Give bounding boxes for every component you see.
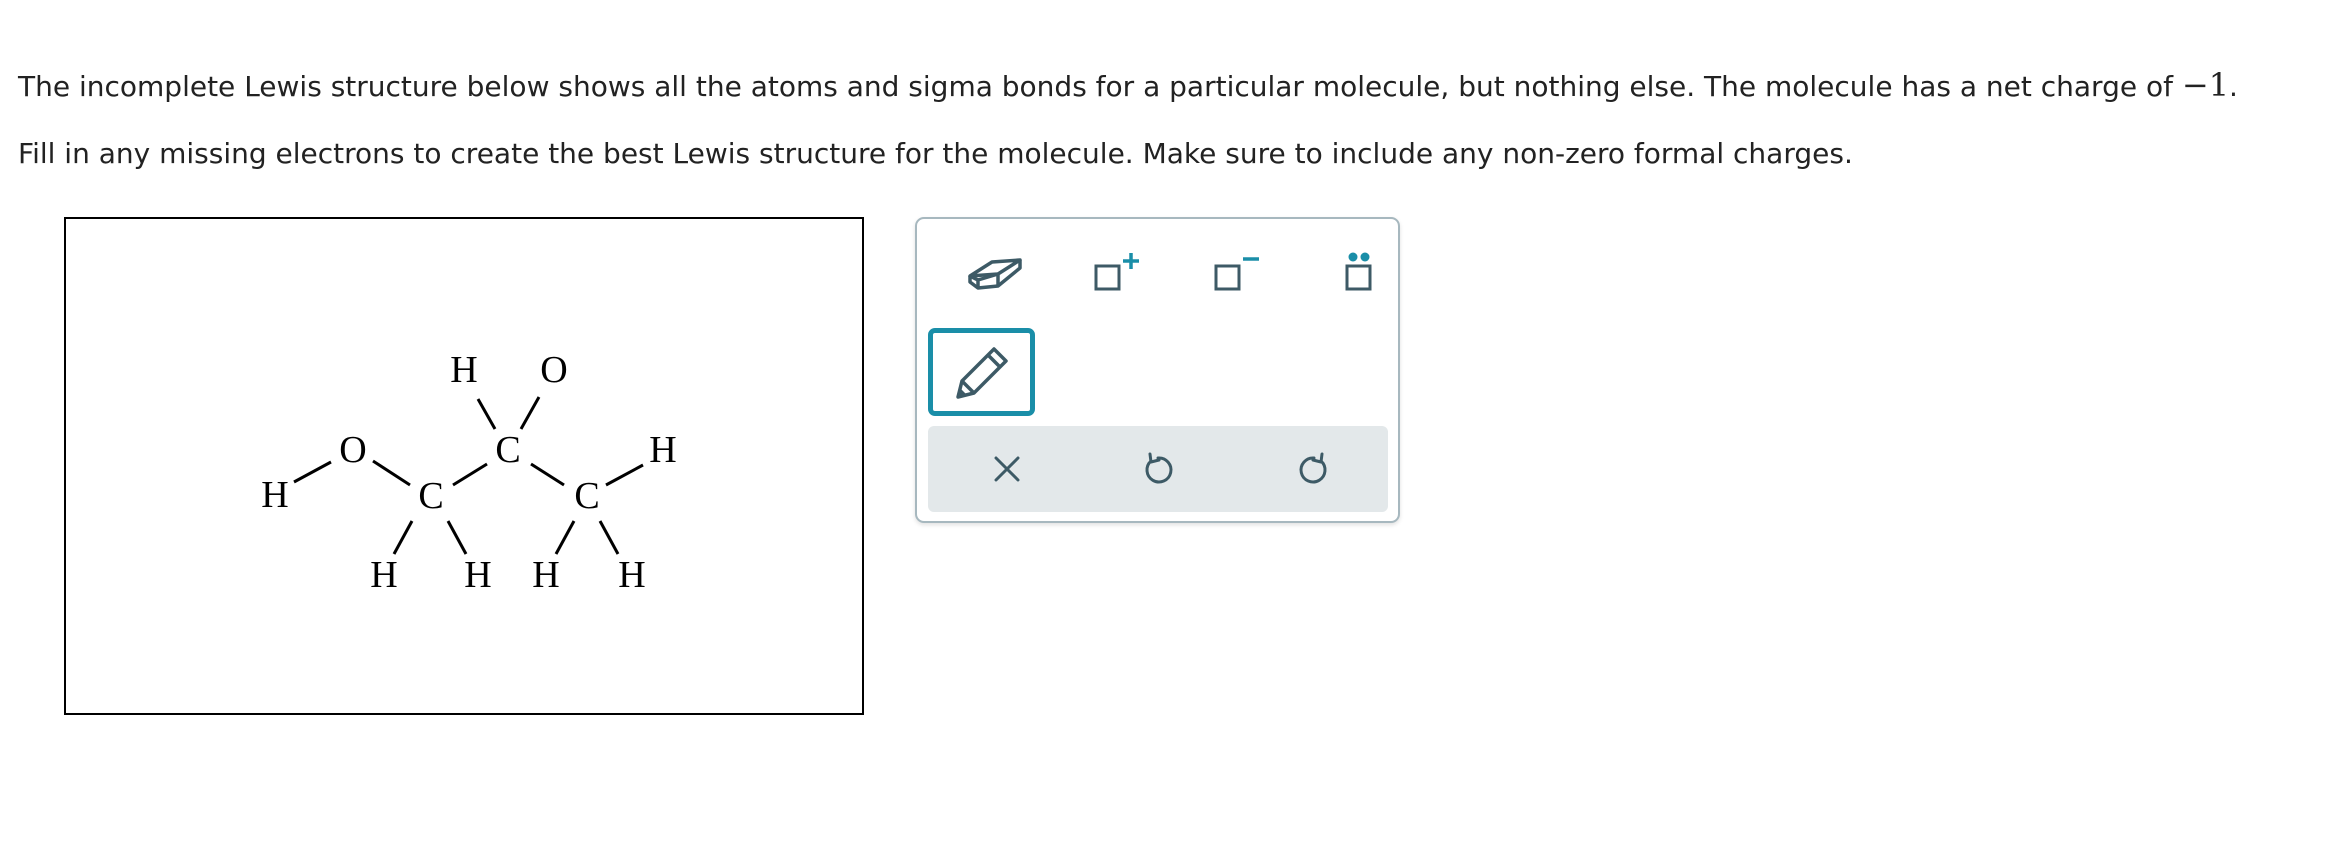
atom-h[interactable]: H	[370, 554, 397, 596]
redo-icon	[1299, 452, 1327, 484]
lewis-structure-canvas[interactable]: H O C H H C H O C H H H	[64, 217, 864, 715]
question-line-1: The incomplete Lewis structure below sho…	[18, 67, 2238, 105]
bond-h-o[interactable]	[293, 460, 332, 484]
bond-c-right-h-top[interactable]	[605, 463, 644, 487]
question-line-2: Fill in any missing electrons to create …	[18, 137, 1853, 170]
bond-c-right-h-1[interactable]	[554, 520, 576, 555]
atom-h[interactable]: H	[450, 349, 477, 391]
bond-c-left-c-mid[interactable]	[452, 462, 488, 487]
bond-c-mid-o[interactable]	[519, 396, 541, 430]
atom-c[interactable]: C	[495, 429, 520, 471]
eraser-tool-button[interactable]	[943, 232, 1047, 316]
atom-c[interactable]: C	[418, 475, 443, 517]
atom-o[interactable]: O	[540, 349, 567, 391]
pencil-icon	[955, 347, 1008, 399]
undo-icon	[1145, 452, 1173, 484]
molecule-drawing: H O C H H C H O C H H H	[261, 349, 676, 596]
lone-pair-tool-button[interactable]	[1307, 232, 1411, 316]
negative-charge-tool-button[interactable]	[1183, 232, 1287, 316]
question-text: The incomplete Lewis structure below sho…	[18, 70, 2173, 103]
atom-h[interactable]: H	[532, 554, 559, 596]
bond-o-c-left[interactable]	[372, 459, 411, 487]
eraser-icon	[968, 258, 1022, 290]
positive-charge-tool-button[interactable]	[1063, 232, 1167, 316]
bond-c-right-h-2[interactable]	[598, 520, 620, 555]
close-icon	[994, 456, 1020, 482]
atom-h[interactable]: H	[261, 474, 288, 516]
undo-button[interactable]	[1108, 426, 1208, 512]
positive-charge-icon	[1094, 253, 1139, 291]
atom-h[interactable]: H	[649, 429, 676, 471]
bond-c-left-h-2[interactable]	[446, 520, 468, 555]
bond-c-mid-h[interactable]	[476, 398, 497, 430]
atom-c[interactable]: C	[574, 475, 599, 517]
net-charge-value: −1	[2181, 66, 2230, 104]
pencil-tool-button[interactable]	[928, 328, 1035, 416]
negative-charge-icon	[1214, 257, 1259, 291]
redo-button[interactable]	[1264, 426, 1364, 512]
atom-h[interactable]: H	[618, 554, 645, 596]
lone-pair-icon	[1345, 252, 1372, 291]
bond-c-left-h-1[interactable]	[392, 520, 414, 555]
tool-palette	[915, 217, 1400, 523]
action-bar	[928, 426, 1388, 512]
question-period: .	[2229, 70, 2238, 103]
bond-c-mid-c-right[interactable]	[530, 462, 565, 487]
atom-h[interactable]: H	[464, 554, 491, 596]
atom-o[interactable]: O	[339, 429, 366, 471]
clear-button[interactable]	[957, 426, 1057, 512]
